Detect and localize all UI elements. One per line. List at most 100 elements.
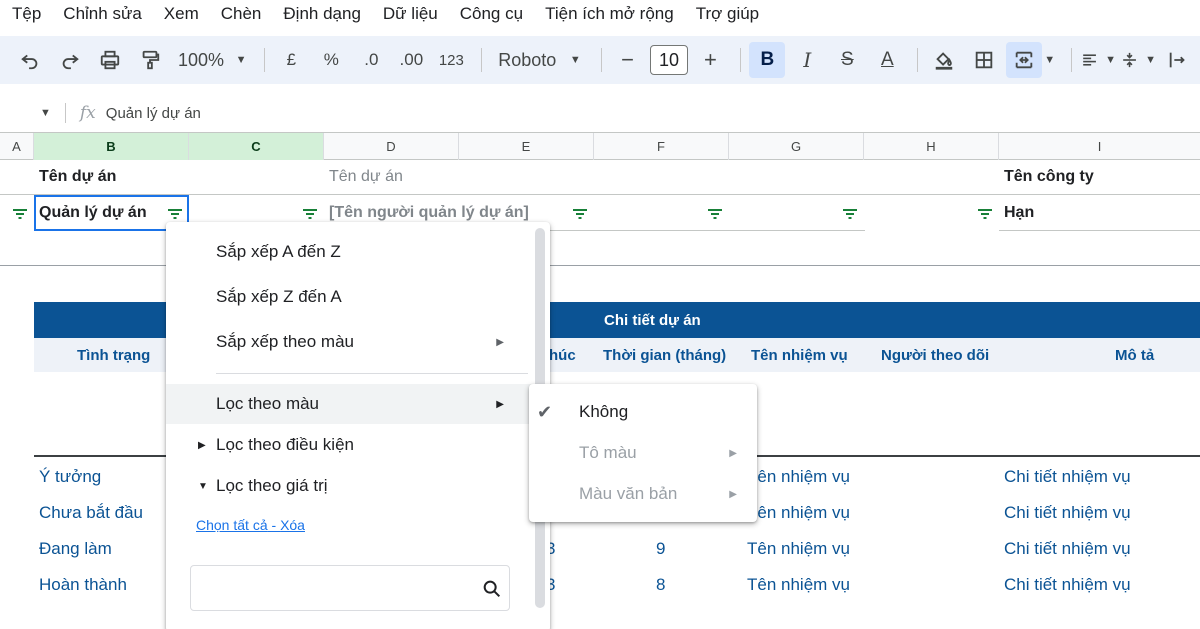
menu-item-sort-by-color[interactable]: Sắp xếp theo màu ▶ [166,322,536,362]
header-duration[interactable]: Thời gian (tháng) [603,338,726,372]
column-header-i[interactable]: I [999,133,1200,160]
header-follower[interactable]: Người theo dõi [881,338,989,372]
header-task-name[interactable]: Tên nhiệm vụ [751,338,848,372]
chevron-right-icon: ▶ [496,398,504,410]
submenu-item-text-color[interactable]: Màu văn bản ▶ [529,474,757,514]
filter-icon[interactable] [302,207,318,219]
row-task[interactable]: Tên nhiệm vụ [747,575,850,595]
zoom-select[interactable]: 100% ▼ [172,42,252,78]
menu-item-filter-by-value[interactable]: ▼ Lọc theo giá trị [166,466,536,506]
submenu-item-none[interactable]: ✔ Không [529,392,757,432]
text-wrap-button[interactable] [1160,42,1196,78]
cell-deadline[interactable]: Hạn [1004,202,1034,224]
font-select[interactable]: Roboto ▼ [490,42,589,78]
column-header-b[interactable]: B [34,133,189,160]
increase-decimal-button[interactable]: .00 [393,42,429,78]
submenu-item-label: Không [579,402,629,421]
row-status[interactable]: Ý tưởng [39,467,101,487]
merge-cells-button[interactable] [1006,42,1043,78]
cell-project-manager[interactable]: [Tên người quản lý dự án] [329,202,529,224]
menu-file[interactable]: Tệp [12,4,41,24]
currency-button[interactable]: £ [273,42,309,78]
align-button[interactable]: ▼ [1080,42,1116,78]
menu-extensions[interactable]: Tiện ích mở rộng [545,4,674,24]
paint-format-button[interactable] [132,42,168,78]
filter-icon[interactable] [572,207,588,219]
row-status[interactable]: Đang làm [39,539,112,559]
placeholder-project-name[interactable]: Tên dự án [329,166,403,188]
menu-data[interactable]: Dữ liệu [383,4,438,24]
submenu-item-label: Tô màu [579,443,637,462]
redo-button[interactable] [52,42,88,78]
menu-tools[interactable]: Công cụ [460,4,523,24]
increase-font-size-button[interactable]: + [692,42,728,78]
column-headers: A B C D E F G H I [0,132,1200,160]
fill-color-button[interactable] [926,42,962,78]
menu-edit[interactable]: Chỉnh sửa [63,4,141,24]
menu-item-filter-by-color[interactable]: Lọc theo màu ▶ [166,384,536,424]
column-header-c[interactable]: C [189,133,324,160]
header-description[interactable]: Mô tả [1115,338,1154,372]
menu-item-sort-a-z[interactable]: Sắp xếp A đến Z [166,232,536,272]
label-company-name[interactable]: Tên công ty [1004,166,1094,188]
row-duration[interactable]: 9 [656,539,665,559]
row-task[interactable]: Tên nhiệm vụ [747,467,850,487]
column-header-g[interactable]: G [729,133,864,160]
number-format-button[interactable]: 123 [433,42,469,78]
menu-item-label: Lọc theo màu [216,394,320,413]
paint-roller-icon [142,50,160,70]
column-header-e[interactable]: E [459,133,594,160]
menu-item-label: Lọc theo điều kiện [216,435,354,454]
menu-item-label: Sắp xếp A đến Z [216,242,341,261]
chevron-right-icon: ▶ [729,447,737,459]
chevron-down-icon[interactable]: ▼ [1044,54,1055,66]
menu-insert[interactable]: Chèn [221,4,262,24]
percent-button[interactable]: % [313,42,349,78]
menu-view[interactable]: Xem [164,4,199,24]
print-button[interactable] [92,42,128,78]
bold-button[interactable]: B [749,42,786,78]
header-status[interactable]: Tình trạng [77,338,150,372]
vertical-align-button[interactable]: ▼ [1120,42,1156,78]
column-header-d[interactable]: D [324,133,459,160]
undo-button[interactable] [12,42,48,78]
row-task[interactable]: Tên nhiệm vụ [747,539,850,559]
filter-icon[interactable] [842,207,858,219]
font-size-input[interactable]: 10 [649,45,689,75]
menu-divider [216,373,528,374]
menu-format[interactable]: Định dạng [283,4,361,24]
label-project-name[interactable]: Tên dự án [39,166,116,188]
filter-icon[interactable] [707,207,723,219]
triangle-right-icon: ▶ [198,439,206,451]
column-header-h[interactable]: H [864,133,999,160]
submenu-item-fill-color[interactable]: Tô màu ▶ [529,433,757,473]
chevron-down-icon: ▼ [1105,54,1116,66]
clear-link[interactable]: Xóa [280,517,305,533]
row-duration[interactable]: 8 [656,575,665,595]
row-status[interactable]: Chưa bắt đầu [39,503,143,523]
row-description[interactable]: Chi tiết nhiệm vụ [1004,467,1131,487]
column-header-f[interactable]: F [594,133,729,160]
menu-help[interactable]: Trợ giúp [696,4,759,24]
menu-item-filter-by-condition[interactable]: ▶ Lọc theo điều kiện [166,425,536,465]
filter-icon[interactable] [12,207,28,219]
italic-button[interactable]: I [789,42,825,78]
row-status[interactable]: Hoàn thành [39,575,127,595]
borders-button[interactable] [966,42,1002,78]
header-end-partial[interactable]: húc [549,338,576,372]
decrease-decimal-button[interactable]: .0 [353,42,389,78]
row-description[interactable]: Chi tiết nhiệm vụ [1004,503,1131,523]
chevron-down-icon[interactable]: ▼ [40,107,51,119]
filter-icon[interactable] [977,207,993,219]
formula-input[interactable]: Quản lý dự án [106,105,201,122]
menu-item-sort-z-a[interactable]: Sắp xếp Z đến A [166,277,536,317]
row-description[interactable]: Chi tiết nhiệm vụ [1004,539,1131,559]
text-color-button[interactable]: A [869,42,905,78]
select-all-link[interactable]: Chọn tất cả [196,517,268,533]
row-description[interactable]: Chi tiết nhiệm vụ [1004,575,1131,595]
column-header-a[interactable]: A [0,133,34,160]
strikethrough-button[interactable]: S [829,42,865,78]
decrease-font-size-button[interactable]: − [610,42,646,78]
filter-search-input[interactable] [190,565,510,611]
row-task[interactable]: Tên nhiệm vụ [747,503,850,523]
